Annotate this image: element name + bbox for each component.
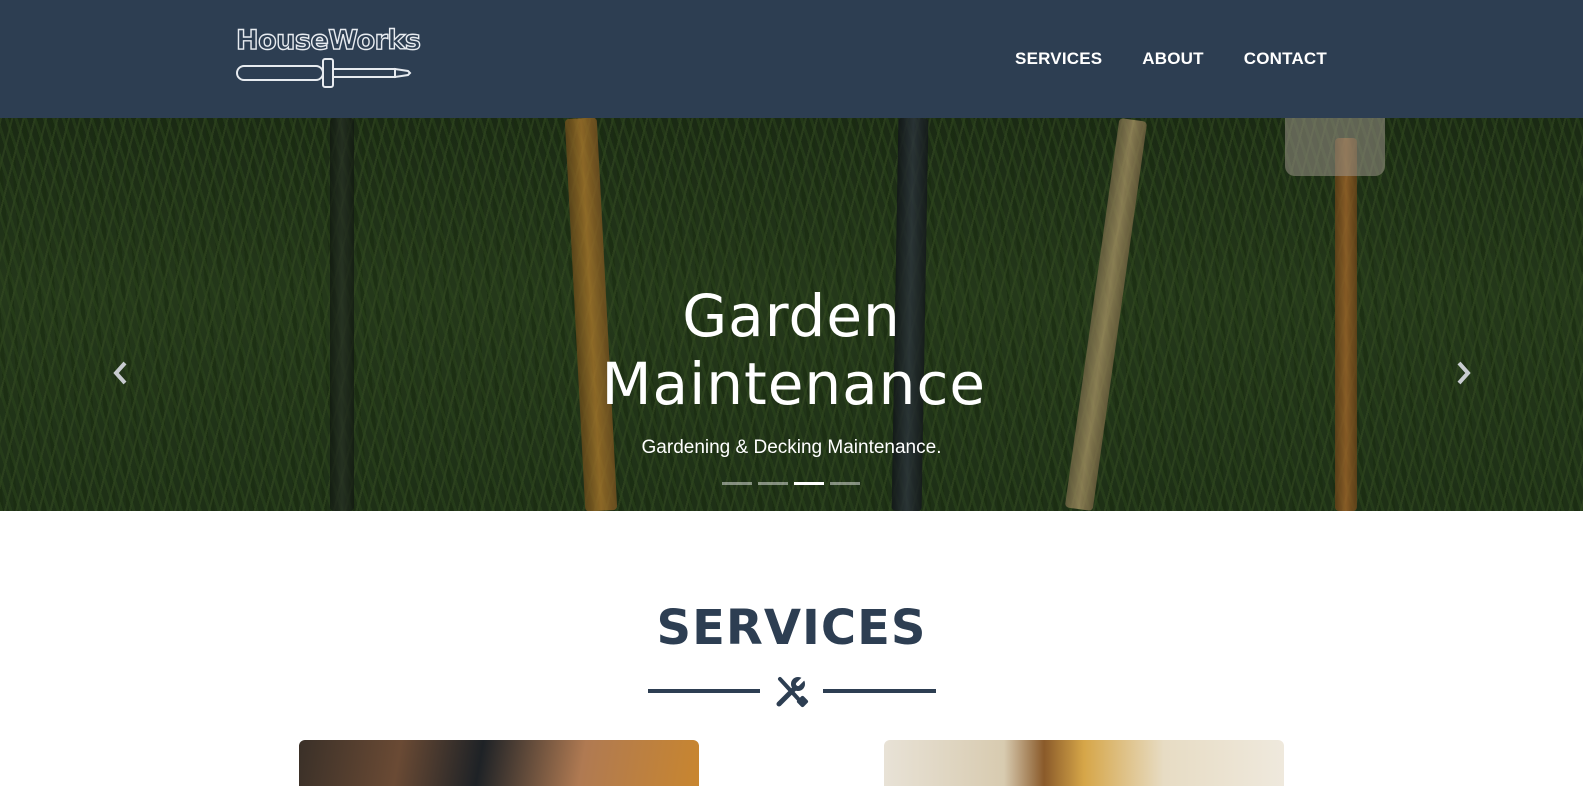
tools-icon — [776, 675, 809, 708]
hero-subtitle: Gardening & Decking Maintenance. — [641, 437, 942, 458]
hero-title: Garden Maintenance — [601, 282, 987, 418]
divider-line-right — [823, 689, 936, 693]
carousel-indicator[interactable] — [830, 482, 860, 485]
service-card-image[interactable] — [884, 740, 1284, 786]
nav-about[interactable]: ABOUT — [1142, 47, 1203, 71]
hero-caption: Garden Maintenance Gardening & Decking M… — [0, 282, 1583, 460]
service-card-image[interactable] — [299, 740, 699, 786]
carousel-indicator-active[interactable] — [794, 482, 824, 485]
brand-name: HouseWorks — [235, 24, 421, 56]
garden-tool-blade — [1285, 118, 1385, 176]
carousel-indicator[interactable] — [722, 482, 752, 485]
nav-contact[interactable]: CONTACT — [1244, 47, 1327, 71]
nav-services[interactable]: SERVICES — [1015, 47, 1102, 71]
site-header: HouseWorks SERVICES ABOUT CONTACT — [0, 0, 1583, 118]
brand-logo[interactable]: HouseWorks — [235, 22, 422, 90]
services-heading: SERVICES — [656, 600, 927, 656]
screwdriver-icon — [236, 58, 412, 88]
carousel-indicators — [722, 482, 860, 485]
carousel-indicator[interactable] — [758, 482, 788, 485]
divider-line-left — [648, 689, 760, 693]
main-nav: SERVICES ABOUT CONTACT — [1015, 47, 1327, 71]
